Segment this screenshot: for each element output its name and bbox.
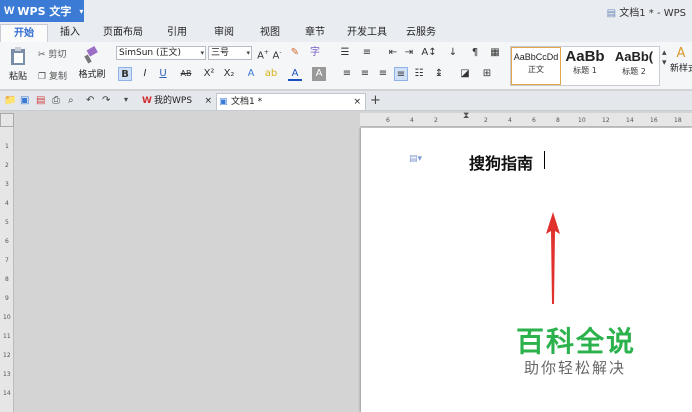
show-marks-icon[interactable]: ¶: [468, 46, 482, 60]
tab-cloud[interactable]: 云服务: [396, 24, 446, 42]
open-icon[interactable]: 📁: [4, 95, 16, 106]
style-normal[interactable]: AaBbCcDd 正文: [511, 47, 561, 85]
document-tab-bar: 📁 ▣ ▤ ⎙ ⌕ ↶ ↷ ▾ W 我的WPS × ▣ 文档1 * × +: [0, 91, 692, 111]
underline-button[interactable]: U: [156, 67, 170, 81]
style-gallery-scroll[interactable]: ▴ ▾: [662, 48, 667, 68]
text-direction-icon[interactable]: A↕: [420, 46, 438, 60]
tab-view[interactable]: 视图: [248, 24, 292, 42]
style-gallery: AaBbCcDd 正文 AaBb 标题 1 AaBb( 标题 2: [510, 46, 660, 86]
tab-developer[interactable]: 开发工具: [338, 24, 396, 42]
subscript-button[interactable]: X₂: [222, 67, 236, 81]
justify-icon[interactable]: ≡: [394, 67, 408, 81]
paragraph-layout-icon[interactable]: ▤▾: [409, 154, 422, 164]
tab-page-layout[interactable]: 页面布局: [92, 24, 154, 42]
document-icon: ▤: [606, 8, 617, 19]
tab-section[interactable]: 章节: [292, 24, 338, 42]
chevron-down-icon: ▾: [200, 49, 204, 57]
save-icon[interactable]: ▣: [20, 95, 29, 106]
print-icon[interactable]: ⎙: [52, 95, 60, 106]
style-heading-1[interactable]: AaBb 标题 1: [561, 47, 609, 85]
app-menu-button[interactable]: W WPS 文字 ▾: [0, 0, 84, 22]
app-name: WPS 文字: [17, 5, 72, 18]
tab-references[interactable]: 引用: [154, 24, 200, 42]
numbered-list-icon[interactable]: ≡: [360, 46, 374, 60]
sort-icon[interactable]: ↓: [446, 46, 460, 60]
close-icon[interactable]: ×: [353, 94, 361, 110]
title-bar: W WPS 文字 ▾ ▤ 文档1 * - WPS 开始 插入 页面布局 引用 审…: [0, 0, 692, 42]
clear-format-icon[interactable]: ✎: [288, 46, 302, 60]
new-tab-icon[interactable]: +: [370, 93, 381, 108]
font-size-select[interactable]: 三号 ▾: [208, 46, 252, 60]
font-name-select[interactable]: SimSun (正文) ▾: [116, 46, 206, 60]
copy-button[interactable]: ❐ 复制: [38, 69, 67, 82]
redo-icon[interactable]: ↷: [102, 95, 110, 106]
tab-document-1[interactable]: ▣ 文档1 * ×: [216, 93, 366, 110]
font-color-icon[interactable]: A: [288, 67, 302, 81]
decrease-indent-icon[interactable]: ⇤: [386, 46, 400, 60]
watermark-logo: 百科全说: [516, 325, 637, 358]
wps-logo-icon: W: [4, 5, 15, 17]
shading-icon[interactable]: ◪: [458, 67, 472, 81]
indent-marker[interactable]: ⧗: [463, 111, 469, 121]
document-title-text[interactable]: 搜狗指南: [469, 150, 533, 174]
strikethrough-button[interactable]: AB: [176, 67, 196, 81]
chevron-down-icon: ▾: [246, 49, 250, 57]
line-spacing-icon[interactable]: ↨: [432, 67, 446, 81]
watermark-subtitle: 助你轻松解决: [524, 359, 627, 377]
tab-insert[interactable]: 插入: [48, 24, 92, 42]
align-left-icon[interactable]: ≡: [340, 67, 354, 81]
increase-indent-icon[interactable]: ⇥: [402, 46, 416, 60]
ribbon-tabs: 开始 插入 页面布局 引用 审阅 视图 章节 开发工具 云服务: [0, 24, 446, 42]
new-style-button[interactable]: A 新样式: [670, 46, 692, 74]
tab-review[interactable]: 审阅: [200, 24, 248, 42]
print-preview-icon[interactable]: ⌕: [68, 95, 74, 106]
bullet-list-icon[interactable]: ☰: [338, 46, 352, 60]
document-icon: ▣: [219, 97, 228, 107]
distribute-icon[interactable]: ☷: [412, 67, 426, 81]
border-icon[interactable]: ⊞: [480, 67, 494, 81]
superscript-button[interactable]: X²: [202, 67, 216, 81]
tab-home[interactable]: 开始: [0, 24, 48, 42]
vertical-ruler[interactable]: 1 2 3 4 5 6 7 8 9 10 11 12 13 14: [0, 127, 14, 412]
ruler-corner: [0, 113, 14, 127]
brush-icon: [84, 46, 98, 64]
text-effect-icon[interactable]: A: [244, 67, 258, 81]
export-pdf-icon[interactable]: ▤: [36, 95, 45, 106]
clipboard-icon: [11, 47, 25, 65]
format-painter-button[interactable]: 格式刷: [76, 46, 108, 80]
paste-button[interactable]: 粘贴: [4, 46, 32, 82]
annotation-arrow-icon: [546, 212, 560, 304]
tab-my-wps[interactable]: W 我的WPS ×: [140, 93, 214, 110]
scissors-icon: ✂: [38, 50, 46, 60]
text-cursor: [544, 151, 545, 169]
align-right-icon[interactable]: ≡: [376, 67, 390, 81]
bold-button[interactable]: B: [118, 67, 132, 81]
undo-icon[interactable]: ↶: [86, 95, 94, 106]
align-center-icon[interactable]: ≡: [358, 67, 372, 81]
window-title: ▤ 文档1 * - WPS: [606, 8, 686, 19]
horizontal-ruler[interactable]: 6 4 2 ⧗ 2 4 6 8 10 12 14 16 18: [0, 111, 692, 127]
new-style-icon: A: [676, 46, 686, 61]
wps-logo-icon: W: [142, 96, 152, 106]
highlight-icon[interactable]: ab: [264, 67, 278, 81]
chevron-down-icon: ▾: [79, 6, 84, 16]
table-icon[interactable]: ▦: [488, 46, 502, 60]
copy-icon: ❐: [38, 72, 47, 82]
phonetic-icon[interactable]: 字: [308, 46, 322, 60]
grow-font-icon[interactable]: A+: [256, 46, 270, 61]
char-shading-icon[interactable]: A: [312, 67, 326, 81]
italic-button[interactable]: I: [138, 67, 152, 81]
cut-button[interactable]: ✂ 剪切: [38, 47, 66, 60]
style-heading-2[interactable]: AaBb( 标题 2: [609, 47, 659, 85]
close-icon[interactable]: ×: [204, 93, 212, 109]
shrink-font-icon[interactable]: A-: [270, 46, 284, 61]
customize-toolbar-icon[interactable]: ▾: [124, 95, 128, 104]
